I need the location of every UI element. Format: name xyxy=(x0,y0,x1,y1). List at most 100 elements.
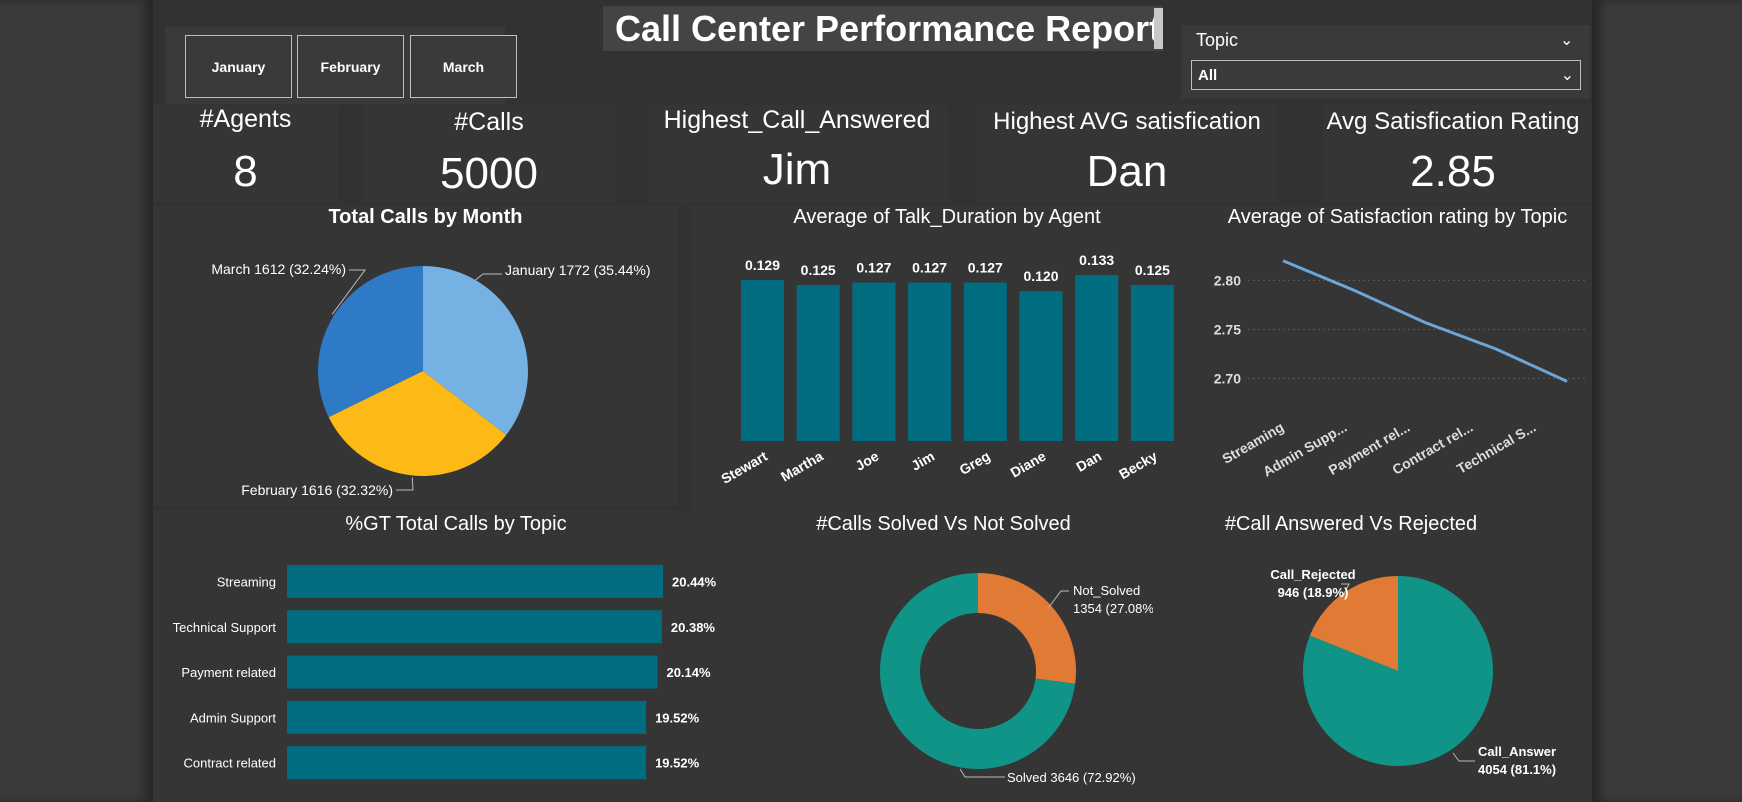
category-label: Payment related xyxy=(181,665,276,680)
data-label: 0.120 xyxy=(1023,268,1058,284)
data-label: 19.52% xyxy=(655,756,700,771)
data-label: Not_Solved xyxy=(1073,583,1140,598)
data-label: March 1612 (32.24%) xyxy=(211,261,346,277)
kpi-card-highest-answered: Highest_Call_Answered Jim xyxy=(647,105,947,203)
kpi-label: Avg Satisfication Rating xyxy=(1326,108,1580,135)
kpi-value: Jim xyxy=(762,145,832,194)
leader-line xyxy=(1048,590,1069,608)
line-chart-satisfaction: 2.802.752.70StreamingAdmin Supp...Paymen… xyxy=(1214,259,1588,480)
data-label: 0.127 xyxy=(856,259,891,275)
tick-label: Stewart xyxy=(718,448,770,487)
tick-label: Martha xyxy=(778,448,826,485)
pie-chart-calls-by-month: January 1772 (35.44%) February 1616 (32.3… xyxy=(211,261,651,498)
data-label: 0.127 xyxy=(968,259,1003,275)
bar-contract-related xyxy=(287,746,647,780)
bar-greg xyxy=(963,282,1007,441)
bar-chart-calls-by-topic: Streaming 20.44% Technical Support 20.38% Pa… xyxy=(173,565,717,780)
tick-label: Becky xyxy=(1116,448,1160,483)
data-label: 20.14% xyxy=(666,665,711,680)
data-label: 4054 (81.1%) xyxy=(1478,762,1556,777)
data-label: 19.52% xyxy=(655,710,700,725)
tick-label: Greg xyxy=(956,448,992,478)
bar-chart-talk-duration: 0.129 Stewart 0.125 Martha 0.127 Joe 0.127 Jim 0… xyxy=(718,252,1174,487)
data-label: Call_Rejected xyxy=(1270,567,1355,582)
bar-technical-support xyxy=(287,610,662,644)
category-label: Admin Support xyxy=(190,710,276,725)
pie-chart-answered: Call_Rejected 946 (18.9%) Call_Answer 4054 … xyxy=(1270,567,1556,777)
category-label: Technical Support xyxy=(173,620,277,635)
topic-dropdown[interactable]: All ⌄ xyxy=(1191,60,1581,90)
bar-diane xyxy=(1019,291,1063,441)
data-label: 20.44% xyxy=(672,575,717,590)
bar-becky xyxy=(1130,284,1174,441)
category-label: Streaming xyxy=(217,575,276,590)
month-button-february[interactable]: February xyxy=(297,35,404,98)
tick-label: Jim xyxy=(908,448,937,474)
leader-line xyxy=(959,768,1005,778)
tick-label: Diane xyxy=(1007,448,1048,481)
data-label: 0.129 xyxy=(745,257,780,273)
leader-line xyxy=(396,477,414,491)
right-margin xyxy=(1592,0,1742,802)
text-cursor xyxy=(1154,8,1163,49)
data-label: 1354 (27.08%) xyxy=(1073,601,1153,616)
bar-streaming xyxy=(287,565,663,598)
month-button-january[interactable]: January xyxy=(185,35,292,98)
chevron-down-icon: ⌄ xyxy=(1560,67,1574,84)
bar-admin-support xyxy=(287,700,647,734)
kpi-card-avg-rating: Avg Satisfication Rating 2.85 xyxy=(1323,105,1592,203)
data-label: Call_Answer xyxy=(1478,744,1556,759)
data-label: January 1772 (35.44%) xyxy=(505,262,651,278)
y-tick-label: 2.75 xyxy=(1214,321,1241,337)
page-title-box: Call Center Performance Report xyxy=(603,6,1163,51)
chevron-down-icon[interactable]: ⌄ xyxy=(1560,30,1573,50)
panel-satisfaction-by-topic: Average of Satisfaction rating by Topic … xyxy=(1203,206,1592,511)
bar-martha xyxy=(796,284,840,441)
kpi-card-highest-satisfaction: Highest AVG satisfication Dan xyxy=(977,105,1277,203)
panel-answered: #Call Answered Vs Rejected Call_Rejected… xyxy=(1153,511,1592,802)
data-label: February 1616 (32.32%) xyxy=(241,482,393,498)
kpi-card-agents: #Agents 8 xyxy=(153,105,338,203)
panel-calls-by-month: Total Calls by Month January 1772 (35.44… xyxy=(153,206,678,506)
bar-dan xyxy=(1075,275,1119,441)
data-label: 0.125 xyxy=(801,262,836,278)
tick-label: Dan xyxy=(1073,448,1104,475)
report-canvas: January February March Call Center Perfo… xyxy=(153,0,1592,802)
donut-chart-solved: Not_Solved 1354 (27.08%) Solved 3646 (72.9… xyxy=(880,573,1153,785)
kpi-label: Highest AVG satisfication xyxy=(993,108,1261,135)
category-label: Contract related xyxy=(184,756,277,771)
leader-line xyxy=(474,273,502,281)
donut-slice-not_solved xyxy=(978,573,1076,684)
kpi-value: Dan xyxy=(1086,147,1168,196)
left-margin xyxy=(0,0,153,802)
data-label: 946 (18.9%) xyxy=(1278,585,1349,600)
kpi-card-calls: #Calls 5000 xyxy=(363,105,615,203)
panel-talk-duration: Average of Talk_Duration by Agent 0.129 S… xyxy=(691,206,1203,511)
kpi-value: 8 xyxy=(233,147,258,196)
bar-jim xyxy=(908,282,952,441)
data-label: 0.127 xyxy=(912,259,947,275)
data-label: 0.125 xyxy=(1135,262,1170,278)
y-tick-label: 2.80 xyxy=(1214,272,1241,288)
topic-slicer-label: Topic xyxy=(1196,30,1239,50)
leader-line xyxy=(1452,752,1475,762)
kpi-value: 5000 xyxy=(440,149,538,198)
data-label: Solved 3646 (72.92%) xyxy=(1007,770,1136,785)
panel-solved: #Calls Solved Vs Not Solved Not_Solved 13… xyxy=(753,511,1153,802)
bar-payment-related xyxy=(287,655,658,689)
kpi-value: 2.85 xyxy=(1410,147,1496,196)
kpi-label: #Calls xyxy=(454,108,524,136)
series-line xyxy=(1282,259,1568,383)
kpi-label: #Agents xyxy=(199,105,292,133)
month-button-march[interactable]: March xyxy=(410,35,517,98)
page-title: Call Center Performance Report xyxy=(615,7,1162,49)
data-label: 0.133 xyxy=(1079,252,1114,268)
kpi-label: Highest_Call_Answered xyxy=(663,106,931,134)
bar-joe xyxy=(852,282,896,441)
bar-stewart xyxy=(741,279,784,441)
y-tick-label: 2.70 xyxy=(1214,370,1241,386)
topic-dropdown-value: All xyxy=(1198,66,1218,84)
tick-label: Joe xyxy=(853,448,882,474)
data-label: 20.38% xyxy=(671,620,716,635)
panel-calls-by-topic: %GT Total Calls by Topic Streaming 20.44%… xyxy=(153,511,753,802)
